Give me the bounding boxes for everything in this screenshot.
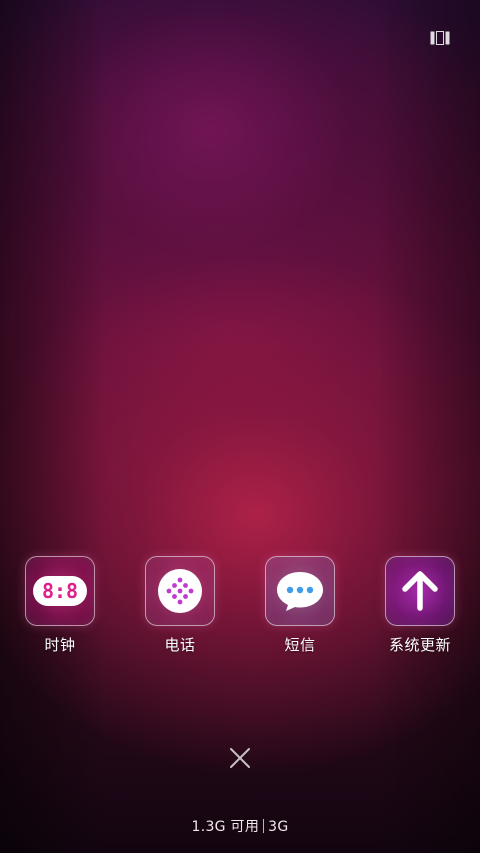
app-label-sms: 短信 xyxy=(284,636,316,654)
memory-total: 3G xyxy=(268,819,289,835)
recents-screen: 8:8 时钟 电话 短信 系统更新 1.3G 可用 3G xyxy=(0,0,480,853)
recent-app-clock[interactable]: 8:8 时钟 xyxy=(10,556,110,655)
app-label-phone: 电话 xyxy=(164,636,196,654)
phone-dialpad-icon xyxy=(158,569,202,613)
clock-app-tile[interactable]: 8:8 xyxy=(25,556,95,626)
memory-available: 1.3G 可用 xyxy=(191,819,260,835)
recent-app-system-update[interactable]: 系统更新 xyxy=(370,556,470,655)
clear-all-button[interactable] xyxy=(226,744,254,772)
phone-app-tile[interactable] xyxy=(145,556,215,626)
clock-icon: 8:8 xyxy=(33,576,87,606)
message-bubble-icon xyxy=(277,572,323,611)
recent-apps-row: 8:8 时钟 电话 短信 系统更新 xyxy=(0,556,480,666)
arrow-up-icon xyxy=(402,571,438,611)
system-update-app-tile[interactable] xyxy=(385,556,455,626)
multiwindow-icon xyxy=(430,31,450,45)
memory-status: 1.3G 可用 3G xyxy=(0,816,480,836)
app-label-clock: 时钟 xyxy=(44,636,76,654)
close-icon xyxy=(230,748,250,768)
sms-app-tile[interactable] xyxy=(265,556,335,626)
recent-app-phone[interactable]: 电话 xyxy=(130,556,230,655)
app-label-system-update: 系统更新 xyxy=(388,636,451,654)
clock-digits: 8:8 xyxy=(42,579,78,603)
memory-divider xyxy=(263,819,265,833)
recent-app-sms[interactable]: 短信 xyxy=(250,556,350,655)
multiwindow-toggle-button[interactable] xyxy=(428,28,452,48)
